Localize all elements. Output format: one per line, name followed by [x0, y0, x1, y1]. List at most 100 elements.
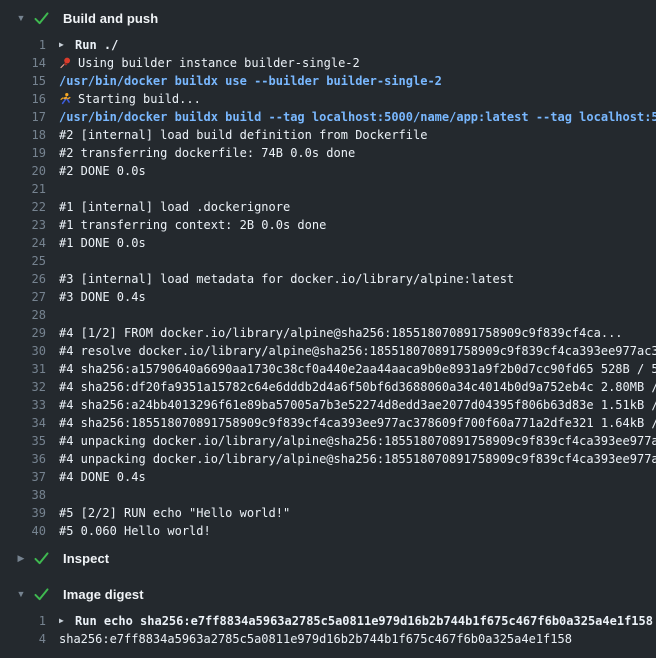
- line-number[interactable]: 4: [0, 632, 46, 646]
- log-section: ▶Inspect: [0, 540, 656, 576]
- log-line: 27 #3 DONE 0.4s: [0, 288, 656, 306]
- line-number[interactable]: 17: [0, 110, 46, 124]
- line-text: #4 DONE 0.4s: [59, 470, 146, 484]
- log-line: 15/usr/bin/docker buildx use --builder b…: [0, 72, 656, 90]
- line-number[interactable]: 24: [0, 236, 46, 250]
- log-line: 20 #2 DONE 0.0s: [0, 162, 656, 180]
- line-text: #4 sha256:a24bb4013296f61e89ba57005a7b3e…: [59, 398, 656, 412]
- chevron-right-icon: ▶: [15, 554, 27, 563]
- line-text: #4 sha256:a15790640a6690aa1730c38cf0a440…: [59, 362, 656, 376]
- log-line: 33 #4 sha256:a24bb4013296f61e89ba57005a7b…: [0, 396, 656, 414]
- line-number[interactable]: 19: [0, 146, 46, 160]
- log-line: 23 #1 transferring context: 2B 0.0s done: [0, 216, 656, 234]
- log-line: 34 #4 sha256:185518070891758909c9f839cf4c…: [0, 414, 656, 432]
- check-success-icon: [34, 12, 49, 25]
- line-number[interactable]: 1: [0, 614, 46, 628]
- check-success-icon: [34, 588, 49, 601]
- line-text: #4 [1/2] FROM docker.io/library/alpine@s…: [59, 326, 623, 340]
- check-success-icon: [34, 552, 49, 565]
- section-label: Build and push: [63, 11, 158, 26]
- line-text: sha256:e7ff8834a5963a2785c5a0811e979d16b…: [59, 632, 572, 646]
- line-number[interactable]: 36: [0, 452, 46, 466]
- line-text: #5 [2/2] RUN echo "Hello world!": [59, 506, 290, 520]
- section-log-lines: 1 ▶ Run echo sha256:e7ff8834a5963a2785c5a0…: [0, 612, 656, 648]
- line-number[interactable]: 14: [0, 56, 46, 70]
- log-line: 32 #4 sha256:df20fa9351a15782c64e6dddb2d4…: [0, 378, 656, 396]
- log-line: 19 #2 transferring dockerfile: 74B 0.0s d…: [0, 144, 656, 162]
- section-label: Image digest: [63, 587, 144, 602]
- log-line: 31 #4 sha256:a15790640a6690aa1730c38cf0a4…: [0, 360, 656, 378]
- line-number[interactable]: 35: [0, 434, 46, 448]
- log-section: ▼ Build and push 1 ▶ Run ./ 14 Using builder i…: [0, 0, 656, 540]
- line-text: #2 transferring dockerfile: 74B 0.0s don…: [59, 146, 355, 160]
- line-text: #4 resolve docker.io/library/alpine@sha2…: [59, 344, 656, 358]
- line-number[interactable]: 31: [0, 362, 46, 376]
- line-number[interactable]: 32: [0, 380, 46, 394]
- line-number[interactable]: 30: [0, 344, 46, 358]
- line-number[interactable]: 21: [0, 182, 46, 196]
- line-text: Starting build...: [78, 92, 201, 106]
- line-number[interactable]: 33: [0, 398, 46, 412]
- log-section: ▼ Image digest 1 ▶ Run echo sha256:e7ff8834a…: [0, 576, 656, 648]
- expand-group-arrow-icon[interactable]: ▶: [59, 617, 68, 625]
- line-number[interactable]: 1: [0, 38, 46, 52]
- line-text: #4 sha256:df20fa9351a15782c64e6dddb2d4a6…: [59, 380, 656, 394]
- line-text: #5 0.060 Hello world!: [59, 524, 211, 538]
- log-line: 22 #1 [internal] load .dockerignore: [0, 198, 656, 216]
- line-text: #4 unpacking docker.io/library/alpine@sh…: [59, 452, 656, 466]
- line-number[interactable]: 28: [0, 308, 46, 322]
- line-text: #2 [internal] load build definition from…: [59, 128, 427, 142]
- line-number[interactable]: 15: [0, 74, 46, 88]
- log-line: 30 #4 resolve docker.io/library/alpine@sh…: [0, 342, 656, 360]
- pushpin-icon: [59, 56, 72, 70]
- log-line: 1 ▶ Run echo sha256:e7ff8834a5963a2785c5a0…: [0, 612, 656, 630]
- line-number[interactable]: 39: [0, 506, 46, 520]
- line-number[interactable]: 22: [0, 200, 46, 214]
- log-line: 37 #4 DONE 0.4s: [0, 468, 656, 486]
- line-text: #1 [internal] load .dockerignore: [59, 200, 290, 214]
- log-line: 1 ▶ Run ./: [0, 36, 656, 54]
- line-number[interactable]: 23: [0, 218, 46, 232]
- log-line: 17/usr/bin/docker buildx build --tag loc…: [0, 108, 656, 126]
- line-number[interactable]: 37: [0, 470, 46, 484]
- log-line: 25: [0, 252, 656, 270]
- line-text: #1 transferring context: 2B 0.0s done: [59, 218, 326, 232]
- line-text: Run echo sha256:e7ff8834a5963a2785c5a081…: [75, 614, 653, 628]
- line-number[interactable]: 29: [0, 326, 46, 340]
- line-text: #3 [internal] load metadata for docker.i…: [59, 272, 514, 286]
- actions-job-log: ▼Build and push1▶Run ./14Using builder i…: [0, 0, 656, 658]
- line-text: /usr/bin/docker buildx use --builder bui…: [59, 74, 442, 88]
- line-text: #1 DONE 0.0s: [59, 236, 146, 250]
- line-text: Using builder instance builder-single-2: [78, 56, 360, 70]
- line-number[interactable]: 40: [0, 524, 46, 538]
- line-number[interactable]: 34: [0, 416, 46, 430]
- line-text: /usr/bin/docker buildx build --tag local…: [59, 110, 656, 124]
- line-number[interactable]: 16: [0, 92, 46, 106]
- line-number[interactable]: 27: [0, 290, 46, 304]
- line-text: #4 sha256:185518070891758909c9f839cf4ca3…: [59, 416, 656, 430]
- section-header-image-digest[interactable]: ▼ Image digest: [0, 576, 656, 612]
- section-header-build-and-push[interactable]: ▼ Build and push: [0, 0, 656, 36]
- log-line: 40 #5 0.060 Hello world!: [0, 522, 656, 540]
- log-line: 18 #2 [internal] load build definition fr…: [0, 126, 656, 144]
- line-number[interactable]: 18: [0, 128, 46, 142]
- line-text: #3 DONE 0.4s: [59, 290, 146, 304]
- line-text: Run ./: [75, 38, 118, 52]
- section-header-inspect[interactable]: ▶Inspect: [0, 540, 656, 576]
- log-line: 14 Using builder instance builder-single-…: [0, 54, 656, 72]
- line-text: #2 DONE 0.0s: [59, 164, 146, 178]
- log-line: 39 #5 [2/2] RUN echo "Hello world!": [0, 504, 656, 522]
- runner-icon: [59, 92, 72, 106]
- log-line: 36 #4 unpacking docker.io/library/alpine@…: [0, 450, 656, 468]
- log-line: 38: [0, 486, 656, 504]
- log-line: 28: [0, 306, 656, 324]
- expand-group-arrow-icon[interactable]: ▶: [59, 41, 68, 49]
- chevron-down-icon: ▼: [15, 590, 27, 599]
- chevron-down-icon: ▼: [15, 14, 27, 23]
- line-number[interactable]: 38: [0, 488, 46, 502]
- log-line: 26 #3 [internal] load metadata for docker…: [0, 270, 656, 288]
- line-number[interactable]: 20: [0, 164, 46, 178]
- line-number[interactable]: 26: [0, 272, 46, 286]
- log-line: 35#4 unpacking docker.io/library/alpine@…: [0, 432, 656, 450]
- line-number[interactable]: 25: [0, 254, 46, 268]
